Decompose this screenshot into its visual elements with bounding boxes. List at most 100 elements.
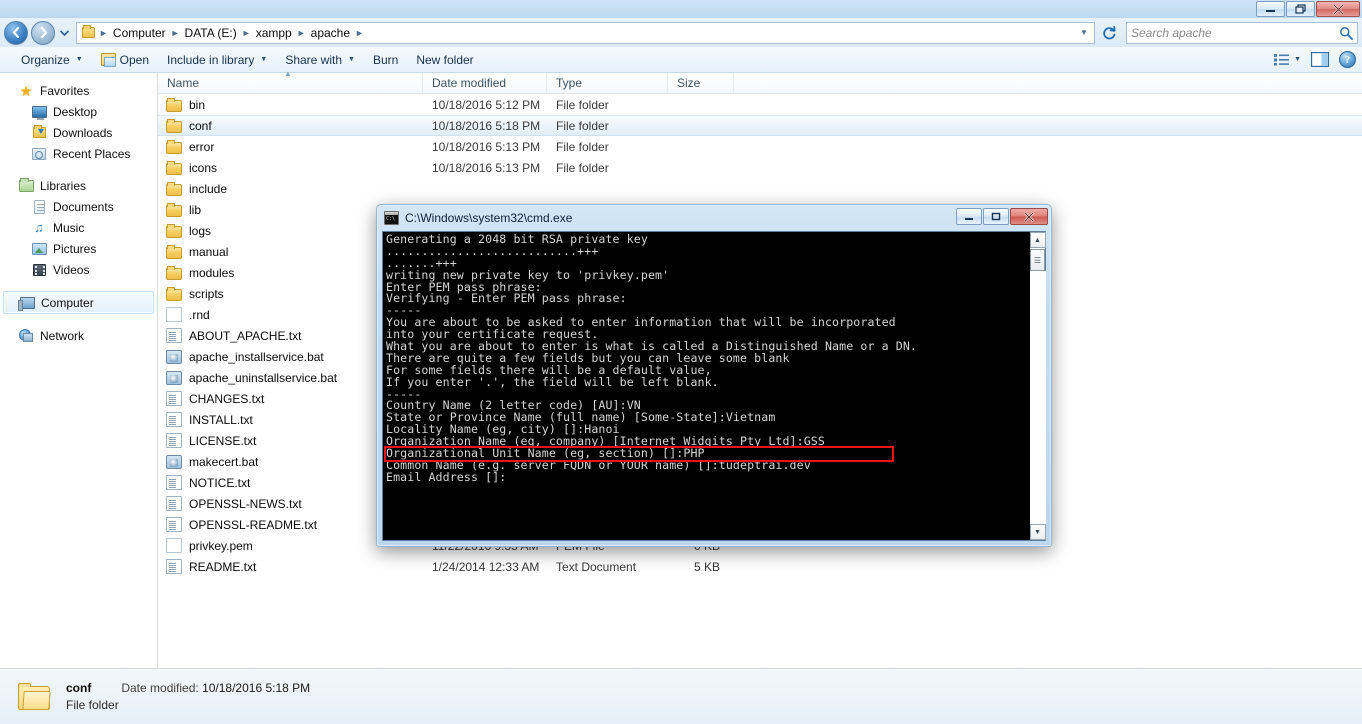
breadcrumb-separator[interactable]: ► (353, 28, 366, 38)
breadcrumb-separator[interactable]: ► (240, 28, 253, 38)
minimize-button[interactable] (1256, 1, 1285, 17)
folder-icon (166, 181, 182, 196)
table-row[interactable]: conf 10/18/2016 5:18 PM File folder (158, 115, 1362, 136)
cmd-title-bar[interactable]: C:\Windows\system32\cmd.exe (377, 205, 1051, 231)
file-name-cell[interactable]: bin (158, 97, 423, 112)
sidebar-item-videos[interactable]: Videos (0, 259, 157, 280)
column-headers: ▲ Name Date modified Type Size (158, 70, 1362, 94)
breadcrumb-item-data-e[interactable]: DATA (E:) (182, 26, 240, 40)
table-row[interactable]: bin 10/18/2016 5:12 PM File folder (158, 94, 1362, 115)
scroll-thumb[interactable]: ☰ (1030, 249, 1045, 271)
burn-label: Burn (372, 52, 399, 67)
file-name-cell[interactable]: conf (158, 118, 423, 133)
breadcrumb-separator[interactable]: ► (169, 28, 182, 38)
cmd-scrollbar[interactable]: ▲ ☰ ▼ (1029, 232, 1046, 540)
breadcrumb-separator[interactable]: ► (295, 28, 308, 38)
share-with-button[interactable]: Share with ▼ (276, 48, 364, 72)
file-name-label: lib (189, 202, 202, 217)
search-box[interactable] (1126, 21, 1358, 44)
refresh-button[interactable] (1098, 22, 1120, 44)
breadcrumb-bar[interactable]: ► Computer ► DATA (E:) ► xampp ► apache … (76, 21, 1095, 44)
help-button[interactable]: ? (1339, 51, 1356, 68)
file-name-label: icons (189, 160, 218, 175)
organize-button[interactable]: Organize ▼ (12, 48, 92, 72)
nav-group-libraries[interactable]: Libraries (0, 175, 157, 196)
cmd-maximize-button[interactable] (983, 208, 1009, 225)
text-file-icon (166, 496, 182, 511)
sidebar-item-desktop[interactable]: Desktop (0, 101, 157, 122)
folder-icon (166, 202, 182, 217)
sidebar-item-downloads[interactable]: Downloads (0, 122, 157, 143)
forward-button[interactable] (31, 20, 55, 45)
details-item-type: File folder (66, 697, 119, 712)
batch-file-icon (166, 370, 182, 385)
close-button[interactable] (1316, 1, 1360, 17)
back-button[interactable] (4, 20, 28, 45)
column-header-date-modified[interactable]: Date modified (423, 72, 547, 94)
sidebar-item-computer[interactable]: Computer (3, 291, 154, 314)
folder-icon (166, 265, 182, 280)
new-folder-label: New folder (416, 52, 474, 67)
highlighted-console-line: Organizational Unit Name (eg, section) [… (384, 446, 894, 462)
videos-icon (31, 262, 47, 278)
file-name-cell[interactable]: include (158, 181, 423, 196)
new-folder-button[interactable]: New folder (407, 48, 482, 72)
file-name-cell[interactable]: icons (158, 160, 423, 175)
search-icon[interactable] (1339, 26, 1353, 40)
details-date-label: Date modified: (121, 680, 199, 695)
table-row[interactable]: README.txt 1/24/2014 12:33 AM Text Documen… (158, 556, 1362, 577)
table-row[interactable]: include (158, 178, 1362, 199)
cmd-close-button[interactable] (1010, 208, 1048, 225)
nav-group-favorites[interactable]: ★ Favorites (0, 80, 157, 101)
console-line: Email Address []: (386, 469, 507, 484)
file-name-label: conf (189, 118, 212, 133)
file-name-cell[interactable]: README.txt (158, 559, 423, 574)
file-name-label: OPENSSL-NEWS.txt (189, 496, 302, 511)
sidebar-item-music[interactable]: ♫ Music (0, 217, 157, 238)
downloads-icon (31, 125, 47, 141)
cmd-console-output[interactable]: Generating a 2048 bit RSA private key...… (383, 232, 1029, 540)
explorer-title-bar[interactable] (0, 0, 1362, 18)
file-type-cell: File folder (556, 139, 609, 154)
sidebar-item-network[interactable]: Network (0, 325, 157, 346)
breadcrumb-separator[interactable]: ► (97, 28, 110, 38)
table-row[interactable]: error 10/18/2016 5:13 PM File folder (158, 136, 1362, 157)
column-header-type[interactable]: Type (547, 72, 668, 94)
burn-button[interactable]: Burn (364, 48, 407, 72)
cmd-minimize-button[interactable] (956, 208, 982, 225)
chevron-down-icon[interactable]: ▼ (1294, 56, 1301, 63)
nav-label-downloads: Downloads (53, 125, 113, 140)
scroll-up-icon[interactable]: ▲ (1029, 232, 1046, 248)
breadcrumb-item-apache[interactable]: apache (308, 26, 353, 40)
change-view-button[interactable]: ▼ (1274, 53, 1301, 66)
cmd-title-text: C:\Windows\system32\cmd.exe (405, 211, 573, 225)
cmd-client-area[interactable]: Generating a 2048 bit RSA private key...… (382, 231, 1046, 541)
sidebar-item-pictures[interactable]: Pictures (0, 238, 157, 259)
recent-pages-button[interactable] (58, 29, 71, 36)
open-button[interactable]: Open (92, 48, 158, 72)
file-name-label: modules (189, 265, 235, 280)
cmd-window-controls (956, 208, 1048, 225)
preview-pane-button[interactable] (1311, 52, 1329, 67)
breadcrumb-item-computer[interactable]: Computer (110, 26, 169, 40)
computer-icon (17, 295, 35, 311)
file-name-label: bin (189, 97, 206, 112)
address-dropdown-icon[interactable]: ▼ (1076, 28, 1092, 37)
file-name-label: LICENSE.txt (189, 433, 257, 448)
include-in-library-button[interactable]: Include in library ▼ (158, 48, 276, 72)
nav-label-favorites: Favorites (40, 83, 90, 98)
table-row[interactable]: icons 10/18/2016 5:13 PM File folder (158, 157, 1362, 178)
breadcrumb-item-xampp[interactable]: xampp (253, 26, 295, 40)
sidebar-item-recent-places[interactable]: Recent Places (0, 143, 157, 164)
restore-button[interactable] (1286, 1, 1315, 17)
command-prompt-window[interactable]: C:\Windows\system32\cmd.exe Generating a… (376, 204, 1052, 547)
scroll-down-icon[interactable]: ▼ (1029, 524, 1046, 540)
sidebar-item-documents[interactable]: Documents (0, 196, 157, 217)
chevron-down-icon: ▼ (260, 56, 268, 63)
search-input[interactable] (1131, 25, 1339, 40)
nav-label-videos: Videos (53, 262, 90, 277)
file-name-cell[interactable]: error (158, 139, 423, 154)
file-name-label: include (189, 181, 228, 196)
scroll-track[interactable] (1029, 271, 1046, 524)
column-header-size[interactable]: Size (668, 72, 734, 94)
